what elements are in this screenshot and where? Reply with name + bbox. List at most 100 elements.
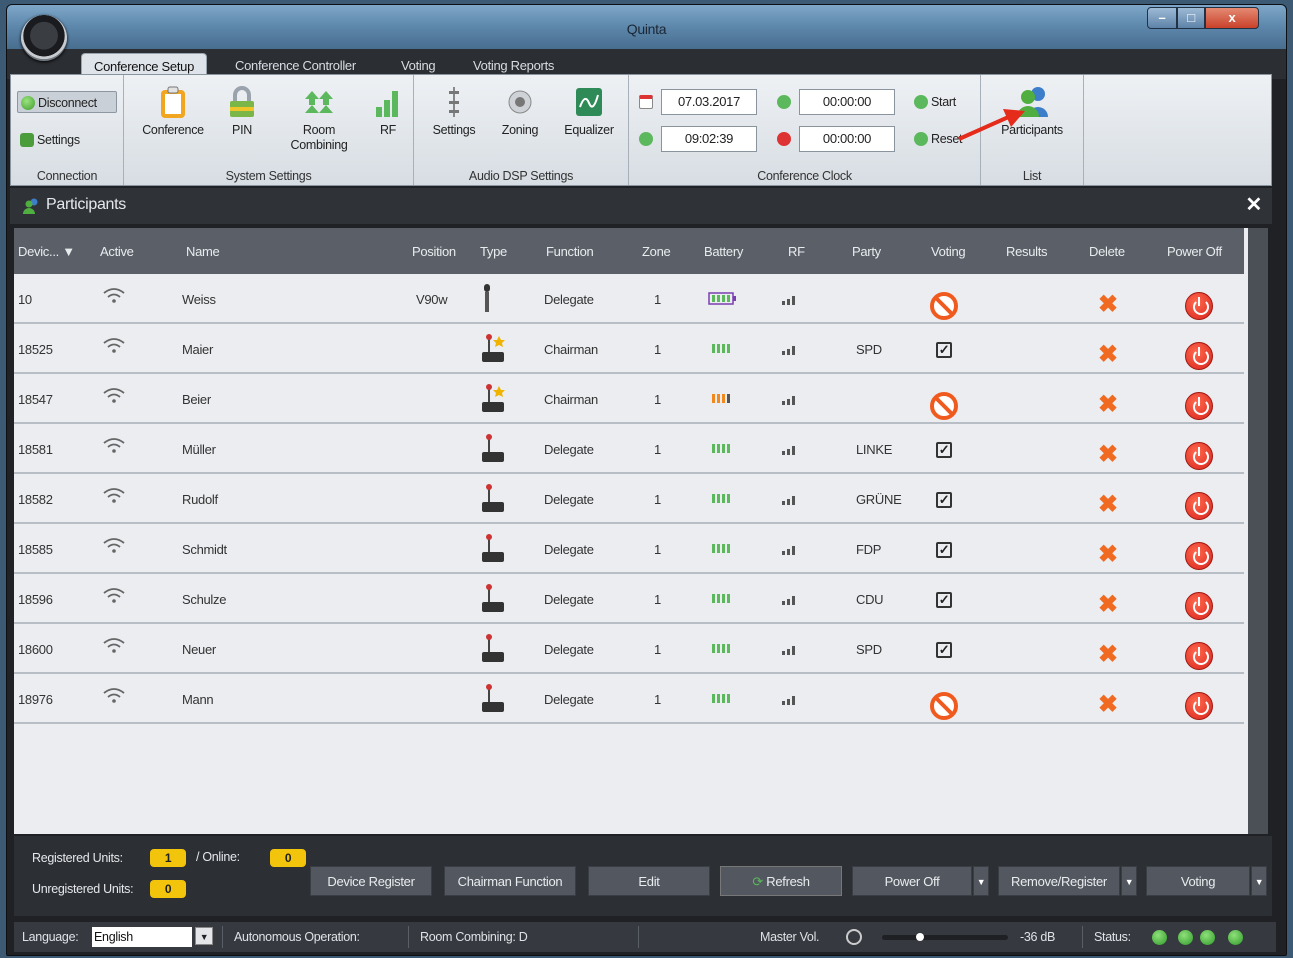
table-row[interactable]: 18600 Neuer Delegate 1 SPD ✓ ✖	[14, 624, 1244, 674]
delete-icon[interactable]: ✖	[1098, 542, 1118, 568]
time-field[interactable]: 09:02:39	[661, 126, 757, 152]
table-row[interactable]: 18596 Schulze Delegate 1 CDU ✓ ✖	[14, 574, 1244, 624]
delegate-mic-icon	[479, 584, 507, 617]
battery-icon	[708, 342, 736, 355]
battery-icon	[708, 542, 736, 555]
voting-enabled-checkbox[interactable]: ✓	[936, 492, 952, 508]
col-power-off[interactable]: Power Off	[1167, 244, 1222, 259]
date-field[interactable]: 07.03.2017	[661, 89, 757, 115]
master-volume-slider[interactable]	[882, 933, 1008, 941]
refresh-button[interactable]: ⟳ Refresh	[720, 866, 842, 896]
delete-icon[interactable]: ✖	[1098, 392, 1118, 418]
voting-dropdown[interactable]: ▼	[1251, 866, 1267, 896]
voting-enabled-checkbox[interactable]: ✓	[936, 542, 952, 558]
power-off-icon[interactable]	[1185, 442, 1213, 470]
col-active[interactable]: Active	[100, 244, 134, 259]
rf-settings-button[interactable]: RF	[368, 85, 408, 138]
power-off-icon[interactable]	[1185, 592, 1213, 620]
delete-icon[interactable]: ✖	[1098, 642, 1118, 668]
voting-enabled-checkbox[interactable]: ✓	[936, 442, 952, 458]
table-row[interactable]: 18976 Mann Delegate 1 ✖	[14, 674, 1244, 724]
remove-register-dropdown[interactable]: ▼	[1121, 866, 1137, 896]
delete-icon[interactable]: ✖	[1098, 692, 1118, 718]
col-position[interactable]: Position	[412, 244, 456, 259]
speaker-icon	[508, 90, 532, 114]
col-device[interactable]: Devic... ▼	[18, 244, 75, 259]
equalizer-button[interactable]: Equalizer	[554, 85, 624, 138]
connection-status-icon	[21, 96, 35, 110]
col-battery[interactable]: Battery	[704, 244, 743, 259]
panel-title: Participants	[46, 196, 126, 213]
timer1-field[interactable]: 00:00:00	[799, 89, 895, 115]
chairman-function-button[interactable]: Chairman Function	[444, 866, 576, 896]
language-select[interactable]: English	[92, 927, 192, 947]
table-row[interactable]: 18585 Schmidt Delegate 1 FDP ✓ ✖	[14, 524, 1244, 574]
device-id: 18585	[18, 542, 53, 557]
participant-zone: 1	[654, 642, 661, 657]
zoning-button[interactable]: Zoning	[490, 85, 550, 138]
delete-icon[interactable]: ✖	[1098, 492, 1118, 518]
maximize-button[interactable]: □	[1177, 7, 1205, 29]
table-row[interactable]: 10 Weiss V90w Delegate 1 ✖	[14, 274, 1244, 324]
room-combining-button[interactable]: Room Combining	[284, 85, 354, 153]
audio-settings-button[interactable]: Settings	[424, 85, 484, 138]
delete-icon[interactable]: ✖	[1098, 342, 1118, 368]
power-off-icon[interactable]	[1185, 392, 1213, 420]
vertical-scrollbar[interactable]	[1248, 228, 1268, 834]
minimize-button[interactable]: –	[1147, 7, 1177, 29]
participant-party: GRÜNE	[856, 492, 902, 507]
delete-icon[interactable]: ✖	[1098, 292, 1118, 318]
edit-button[interactable]: Edit	[588, 866, 710, 896]
conference-button[interactable]: Conference	[138, 85, 208, 138]
app-menu-orb[interactable]	[21, 15, 67, 61]
voting-enabled-checkbox[interactable]: ✓	[936, 642, 952, 658]
participant-name: Rudolf	[182, 492, 218, 507]
table-row[interactable]: 18525 Maier Chairman 1 SPD ✓ ✖	[14, 324, 1244, 374]
power-off-icon[interactable]	[1185, 342, 1213, 370]
voting-disabled-icon[interactable]	[930, 392, 958, 420]
voting-enabled-checkbox[interactable]: ✓	[936, 342, 952, 358]
delete-icon[interactable]: ✖	[1098, 592, 1118, 618]
start-button[interactable]: Start	[911, 91, 956, 113]
close-window-button[interactable]: x	[1205, 7, 1259, 29]
wifi-icon	[103, 588, 125, 603]
table-row[interactable]: 18581 Müller Delegate 1 LINKE ✓ ✖	[14, 424, 1244, 474]
voting-disabled-icon[interactable]	[930, 692, 958, 720]
power-off-button[interactable]: Power Off	[852, 866, 972, 896]
connection-settings-button[interactable]: Settings	[17, 129, 80, 151]
col-zone[interactable]: Zone	[642, 244, 671, 259]
table-row[interactable]: 18582 Rudolf Delegate 1 GRÜNE ✓ ✖	[14, 474, 1244, 524]
power-off-dropdown[interactable]: ▼	[973, 866, 989, 896]
power-off-icon[interactable]	[1185, 292, 1213, 320]
device-register-button[interactable]: Device Register	[310, 866, 432, 896]
battery-icon	[708, 442, 736, 455]
col-results[interactable]: Results	[1006, 244, 1048, 259]
col-function[interactable]: Function	[546, 244, 594, 259]
delete-icon[interactable]: ✖	[1098, 442, 1118, 468]
col-delete[interactable]: Delete	[1089, 244, 1125, 259]
table-row[interactable]: 18547 Beier Chairman 1 ✖	[14, 374, 1244, 424]
power-off-icon[interactable]	[1185, 692, 1213, 720]
col-type[interactable]: Type	[480, 244, 507, 259]
chairman-mic-icon	[479, 384, 507, 417]
voting-button[interactable]: Voting	[1146, 866, 1250, 896]
power-off-icon[interactable]	[1185, 542, 1213, 570]
remove-register-button[interactable]: Remove/Register	[998, 866, 1120, 896]
device-id: 18976	[18, 692, 53, 707]
col-party[interactable]: Party	[852, 244, 881, 259]
unregistered-units-label: Unregistered Units:	[32, 882, 134, 896]
col-rf[interactable]: RF	[788, 244, 805, 259]
col-voting[interactable]: Voting	[931, 244, 966, 259]
timer2-field[interactable]: 00:00:00	[799, 126, 895, 152]
disconnect-button[interactable]: Disconnect	[17, 91, 117, 113]
volume-slider-thumb[interactable]	[916, 933, 924, 941]
close-panel-button[interactable]: ✕	[1246, 188, 1263, 222]
power-off-icon[interactable]	[1185, 492, 1213, 520]
voting-enabled-checkbox[interactable]: ✓	[936, 592, 952, 608]
language-dropdown-icon[interactable]: ▼	[195, 927, 213, 945]
participant-position: V90w	[416, 292, 448, 307]
col-name[interactable]: Name	[186, 244, 220, 259]
pin-button[interactable]: PIN	[222, 85, 262, 138]
voting-disabled-icon[interactable]	[930, 292, 958, 320]
power-off-icon[interactable]	[1185, 642, 1213, 670]
